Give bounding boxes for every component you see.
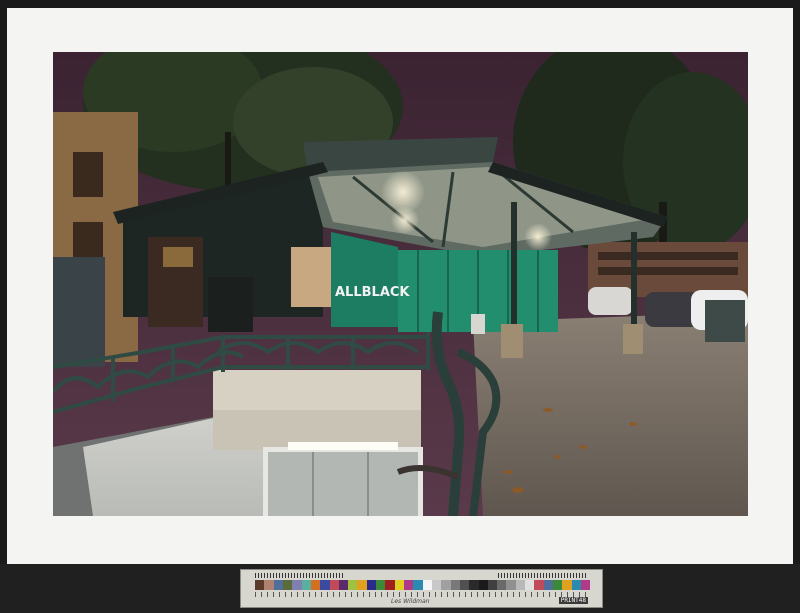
color-patch: [292, 580, 302, 590]
color-patch: [273, 580, 283, 590]
color-patch: [469, 580, 479, 590]
color-patch: [571, 580, 581, 590]
card-label: Les Wildman: [391, 598, 430, 605]
color-patch: [506, 580, 516, 590]
scale-ruler: [255, 592, 590, 597]
color-patch: [534, 580, 544, 590]
color-patch: [562, 580, 572, 590]
color-patch: [422, 580, 432, 590]
color-patch: [413, 580, 423, 590]
color-patch: [255, 580, 265, 590]
color-patch: [553, 580, 563, 590]
color-patch: [348, 580, 358, 590]
color-patch: [282, 580, 293, 590]
color-patch: [441, 580, 451, 590]
color-patch: [264, 580, 274, 590]
color-patch: [329, 580, 339, 590]
photograph: ALLBLACK: [53, 52, 748, 516]
color-patch: [431, 580, 442, 590]
color-patch: [487, 580, 498, 590]
scale-ruler-left: [255, 573, 345, 578]
color-patch: [338, 580, 349, 590]
color-target-card: Les Wildman PRINT48: [240, 569, 603, 608]
color-patch: [320, 580, 330, 590]
color-patch: [478, 580, 488, 590]
color-patch: [301, 580, 311, 590]
color-patch: [580, 580, 591, 590]
color-patch: [366, 580, 377, 590]
color-patch: [525, 580, 535, 590]
color-patch: [450, 580, 460, 590]
graffiti-tag: ALLBLACK: [335, 285, 410, 300]
card-code: PRINT48: [558, 597, 588, 604]
color-patch: [459, 580, 470, 590]
color-patch: [376, 580, 386, 590]
color-patch-row: [255, 580, 591, 590]
color-patch: [497, 580, 507, 590]
color-patch: [543, 580, 553, 590]
color-patch: [310, 580, 321, 590]
scale-ruler-right: [498, 573, 588, 578]
photo-scene: ALLBLACK: [53, 52, 748, 516]
color-patch: [515, 580, 526, 590]
color-patch: [385, 580, 395, 590]
color-patch: [394, 580, 404, 590]
color-patch: [357, 580, 367, 590]
color-patch: [404, 580, 414, 590]
